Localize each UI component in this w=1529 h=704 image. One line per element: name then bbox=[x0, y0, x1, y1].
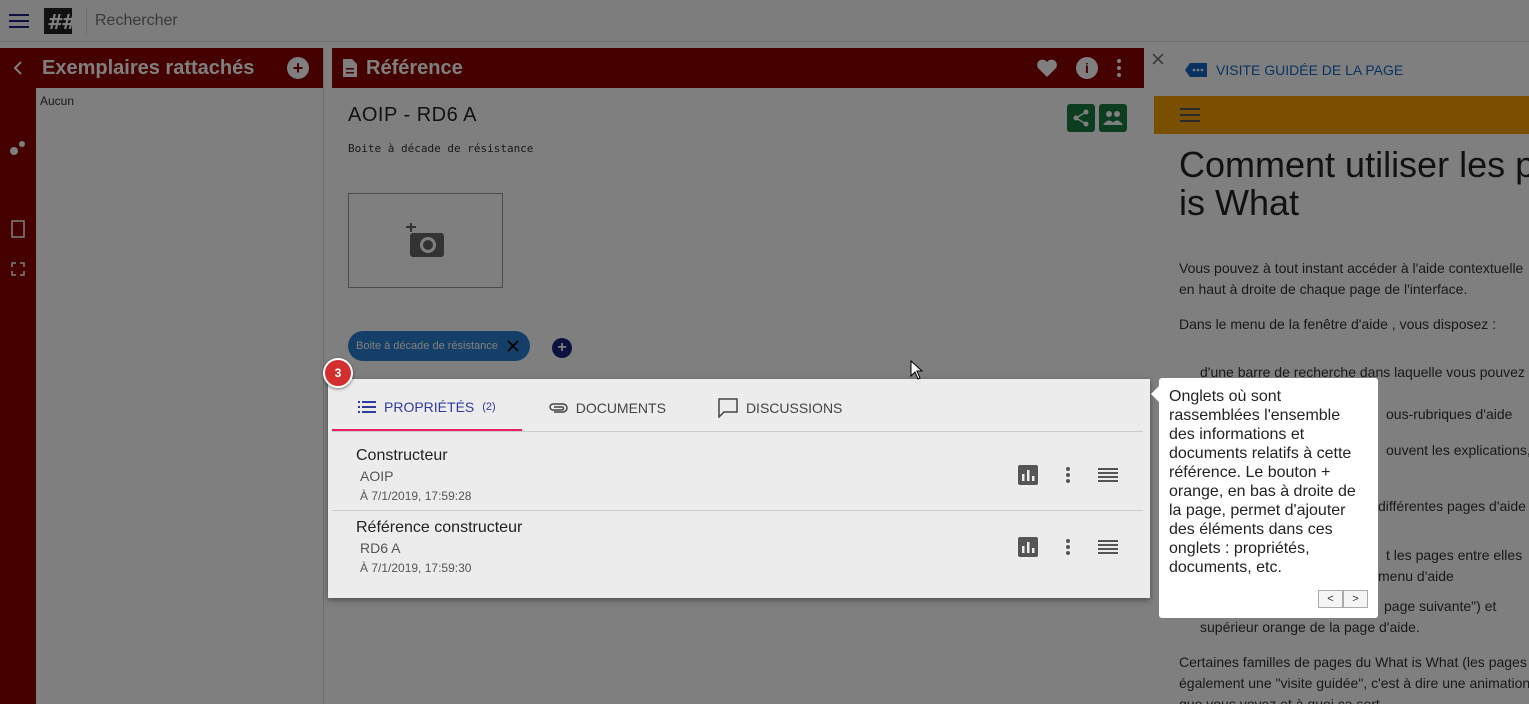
more-vert-icon[interactable] bbox=[1056, 463, 1080, 487]
property-name: Référence constructeur bbox=[356, 519, 523, 536]
property-name: Constructeur bbox=[356, 447, 448, 464]
properties-card: PROPRIÉTÉS (2) DOCUMENTS DISCUSSIONS Con… bbox=[328, 379, 1150, 598]
reorder-icon[interactable] bbox=[1096, 463, 1120, 487]
tab-count: (2) bbox=[482, 401, 496, 413]
tab-bar: PROPRIÉTÉS (2) DOCUMENTS DISCUSSIONS bbox=[332, 385, 1143, 432]
property-row: Référence constructeur RD6 A À 7/1/2019,… bbox=[332, 511, 1143, 583]
tour-step-badge: 3 bbox=[323, 358, 353, 388]
property-value: RD6 A bbox=[360, 540, 401, 556]
tab-discussions[interactable]: DISCUSSIONS bbox=[692, 385, 868, 431]
tab-properties[interactable]: PROPRIÉTÉS (2) bbox=[332, 385, 522, 431]
tooltip-nav: < > bbox=[1318, 590, 1368, 608]
next-step-button[interactable]: > bbox=[1343, 590, 1368, 608]
property-row: Constructeur AOIP À 7/1/2019, 17:59:28 bbox=[332, 439, 1143, 511]
tab-label: DOCUMENTS bbox=[575, 400, 666, 416]
chart-icon[interactable] bbox=[1016, 535, 1040, 559]
comment-icon bbox=[718, 398, 738, 418]
reorder-icon[interactable] bbox=[1096, 535, 1120, 559]
tour-tooltip: Onglets où sont rassemblées l'ensemble d… bbox=[1151, 378, 1378, 618]
tab-label: PROPRIÉTÉS bbox=[384, 399, 475, 415]
mouse-cursor-icon bbox=[910, 359, 924, 385]
prev-step-button[interactable]: < bbox=[1318, 590, 1343, 608]
attachment-icon bbox=[549, 403, 568, 413]
property-date: À 7/1/2019, 17:59:28 bbox=[360, 489, 472, 503]
chart-icon[interactable] bbox=[1016, 463, 1040, 487]
property-date: À 7/1/2019, 17:59:30 bbox=[360, 561, 472, 575]
tooltip-text: Onglets où sont rassemblées l'ensemble d… bbox=[1169, 388, 1356, 576]
tab-label: DISCUSSIONS bbox=[745, 400, 843, 416]
list-icon bbox=[358, 401, 376, 413]
tab-documents[interactable]: DOCUMENTS bbox=[522, 385, 692, 431]
property-value: AOIP bbox=[360, 468, 394, 484]
more-vert-icon[interactable] bbox=[1056, 535, 1080, 559]
